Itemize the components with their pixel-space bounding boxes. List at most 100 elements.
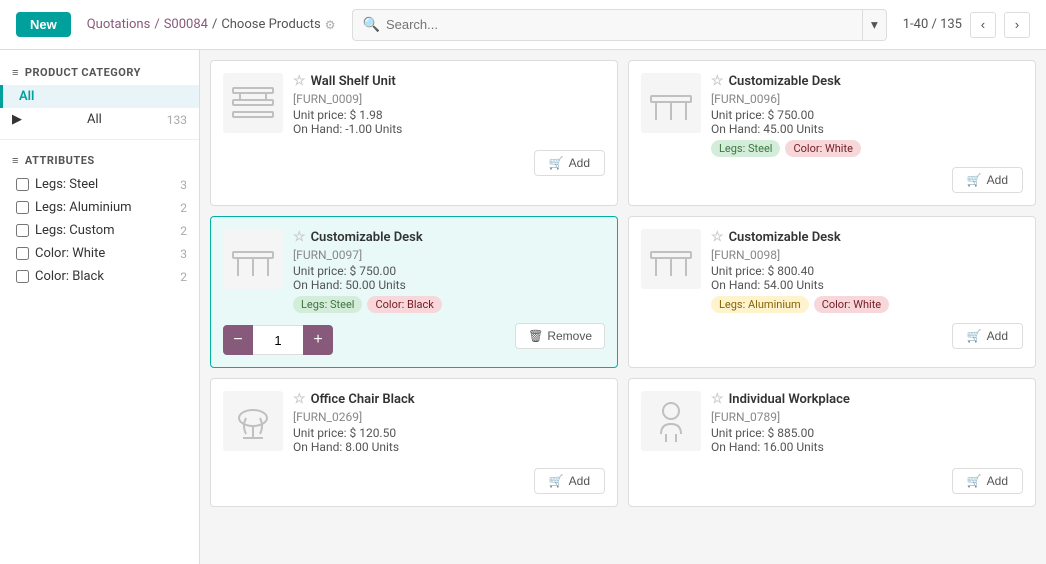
product-code-3: [FURN_0097] — [293, 248, 605, 262]
breadcrumb-quotations[interactable]: Quotations — [87, 17, 151, 32]
product-price-5: Unit price: $ 120.50 — [293, 426, 605, 440]
pagination: 1-40 / 135 ‹ › — [903, 12, 1030, 38]
product-stock-1: On Hand: -1.00 Units — [293, 122, 605, 136]
product-footer-3: − + 🗑 Remove — [223, 317, 605, 355]
product-image-office-chair — [223, 391, 283, 451]
product-code-5: [FURN_0269] — [293, 410, 605, 424]
list-icon: ≡ — [12, 66, 19, 79]
list-icon-attrs: ≡ — [12, 154, 19, 167]
breadcrumb-current-text: Choose Products — [221, 17, 320, 32]
attr-checkbox-color-white[interactable] — [16, 247, 29, 260]
tag-color-white-2: Color: White — [785, 140, 860, 157]
breadcrumb-separator-1: / — [154, 17, 159, 32]
product-grid: ☆ Wall Shelf Unit [FURN_0009] Unit price… — [210, 60, 1036, 507]
search-input[interactable] — [386, 17, 852, 32]
attributes-label: ATTRIBUTES — [25, 154, 95, 167]
product-footer-6: 🛒 Add — [641, 468, 1023, 494]
product-footer-1: 🛒 Add — [223, 150, 605, 176]
sidebar-attr-color-white[interactable]: Color: White 3 — [0, 242, 199, 265]
add-button-office-chair[interactable]: 🛒 Add — [534, 468, 605, 494]
product-tags-2: Legs: Steel Color: White — [711, 140, 1023, 157]
breadcrumb-s00084[interactable]: S00084 — [164, 17, 208, 32]
attr-checkbox-legs-steel[interactable] — [16, 178, 29, 191]
product-card-customizable-desk-97[interactable]: ☆ Customizable Desk [FURN_0097] Unit pri… — [210, 216, 618, 368]
product-name-wall-shelf-unit: ☆ Wall Shelf Unit — [293, 73, 605, 89]
sidebar-attr-legs-aluminium[interactable]: Legs: Aluminium 2 — [0, 196, 199, 219]
new-button[interactable]: New — [16, 12, 71, 37]
sidebar-attr-color-black[interactable]: Color: Black 2 — [0, 265, 199, 288]
attr-count-legs-custom: 2 — [180, 224, 187, 238]
product-card-wall-shelf-unit[interactable]: ☆ Wall Shelf Unit [FURN_0009] Unit price… — [210, 60, 618, 206]
trash-icon-3: 🗑 — [528, 329, 543, 343]
star-icon-6[interactable]: ☆ — [711, 391, 724, 407]
cart-icon-5: 🛒 — [549, 474, 564, 488]
product-card-inner-2: ☆ Customizable Desk [FURN_0096] Unit pri… — [641, 73, 1023, 157]
star-icon-2[interactable]: ☆ — [711, 73, 724, 89]
add-label-1: Add — [569, 156, 590, 170]
product-content: ☆ Wall Shelf Unit [FURN_0009] Unit price… — [200, 50, 1046, 564]
sidebar-attr-legs-custom[interactable]: Legs: Custom 2 — [0, 219, 199, 242]
attr-count-color-white: 3 — [180, 247, 187, 261]
attr-label-color-black: Color: Black — [35, 269, 104, 284]
attributes-section: ≡ ATTRIBUTES Legs: Steel 3 Legs: Alumini… — [0, 148, 199, 288]
product-card-individual-workplace[interactable]: ☆ Individual Workplace [FURN_0789] Unit … — [628, 378, 1036, 507]
product-name-desk-98: ☆ Customizable Desk — [711, 229, 1023, 245]
star-icon-3[interactable]: ☆ — [293, 229, 306, 245]
gear-icon[interactable]: ⚙ — [325, 18, 336, 32]
attr-label-legs-custom: Legs: Custom — [35, 223, 115, 238]
product-name-individual-workplace: ☆ Individual Workplace — [711, 391, 1023, 407]
attributes-title: ≡ ATTRIBUTES — [0, 148, 199, 173]
product-info-individual-workplace: ☆ Individual Workplace [FURN_0789] Unit … — [711, 391, 1023, 458]
product-title-desk-97: Customizable Desk — [311, 230, 423, 245]
attr-count-legs-aluminium: 2 — [180, 201, 187, 215]
quantity-input-3[interactable] — [253, 325, 303, 355]
tag-color-white-4: Color: White — [814, 296, 889, 313]
remove-button-3[interactable]: 🗑 Remove — [515, 323, 605, 349]
attr-label-color-white: Color: White — [35, 246, 105, 261]
product-info-wall-shelf-unit: ☆ Wall Shelf Unit [FURN_0009] Unit price… — [293, 73, 605, 140]
star-icon-5[interactable]: ☆ — [293, 391, 306, 407]
product-footer-2: 🛒 Add — [641, 167, 1023, 193]
product-title-wall-shelf-unit: Wall Shelf Unit — [311, 74, 396, 89]
product-card-inner-1: ☆ Wall Shelf Unit [FURN_0009] Unit price… — [223, 73, 605, 140]
attr-checkbox-color-black[interactable] — [16, 270, 29, 283]
add-button-wall-shelf-unit[interactable]: 🛒 Add — [534, 150, 605, 176]
star-icon-1[interactable]: ☆ — [293, 73, 306, 89]
quantity-decrease-button-3[interactable]: − — [223, 325, 253, 355]
tag-legs-steel-2: Legs: Steel — [711, 140, 780, 157]
product-card-inner-5: ☆ Office Chair Black [FURN_0269] Unit pr… — [223, 391, 605, 458]
add-button-desk-98[interactable]: 🛒 Add — [952, 323, 1023, 349]
attr-checkbox-legs-aluminium[interactable] — [16, 201, 29, 214]
breadcrumb: Quotations / S00084 / Choose Products ⚙ — [87, 17, 336, 32]
product-card-inner-6: ☆ Individual Workplace [FURN_0789] Unit … — [641, 391, 1023, 458]
product-info-desk-97: ☆ Customizable Desk [FURN_0097] Unit pri… — [293, 229, 605, 313]
header: New Quotations / S00084 / Choose Product… — [0, 0, 1046, 50]
add-button-individual-workplace[interactable]: 🛒 Add — [952, 468, 1023, 494]
sidebar-item-all[interactable]: ▶ All 133 — [0, 108, 199, 131]
attr-checkbox-legs-custom[interactable] — [16, 224, 29, 237]
product-code-1: [FURN_0009] — [293, 92, 605, 106]
product-card-customizable-desk-96[interactable]: ☆ Customizable Desk [FURN_0096] Unit pri… — [628, 60, 1036, 206]
tag-legs-aluminium-4: Legs: Aluminium — [711, 296, 809, 313]
product-name-desk-97: ☆ Customizable Desk — [293, 229, 605, 245]
product-card-customizable-desk-98[interactable]: ☆ Customizable Desk [FURN_0098] Unit pri… — [628, 216, 1036, 368]
prev-page-button[interactable]: ‹ — [970, 12, 996, 38]
star-icon-4[interactable]: ☆ — [711, 229, 724, 245]
product-title-desk-98: Customizable Desk — [729, 230, 841, 245]
product-category-section: ≡ PRODUCT CATEGORY All ▶ All 133 — [0, 60, 199, 131]
add-button-desk-96[interactable]: 🛒 Add — [952, 167, 1023, 193]
attr-label-legs-steel: Legs: Steel — [35, 177, 98, 192]
product-info-office-chair: ☆ Office Chair Black [FURN_0269] Unit pr… — [293, 391, 605, 458]
next-page-button[interactable]: › — [1004, 12, 1030, 38]
tag-color-black-3: Color: Black — [367, 296, 441, 313]
product-title-desk-96: Customizable Desk — [729, 74, 841, 89]
add-label-6: Add — [987, 474, 1008, 488]
quantity-increase-button-3[interactable]: + — [303, 325, 333, 355]
product-tags-4: Legs: Aluminium Color: White — [711, 296, 1023, 313]
product-card-office-chair-black[interactable]: ☆ Office Chair Black [FURN_0269] Unit pr… — [210, 378, 618, 507]
sidebar-item-all-active[interactable]: All — [0, 85, 199, 108]
search-icon: 🔍 — [363, 17, 380, 33]
sidebar-attr-legs-steel[interactable]: Legs: Steel 3 — [0, 173, 199, 196]
search-dropdown-button[interactable]: ▾ — [863, 9, 887, 41]
product-category-label: PRODUCT CATEGORY — [25, 66, 141, 79]
